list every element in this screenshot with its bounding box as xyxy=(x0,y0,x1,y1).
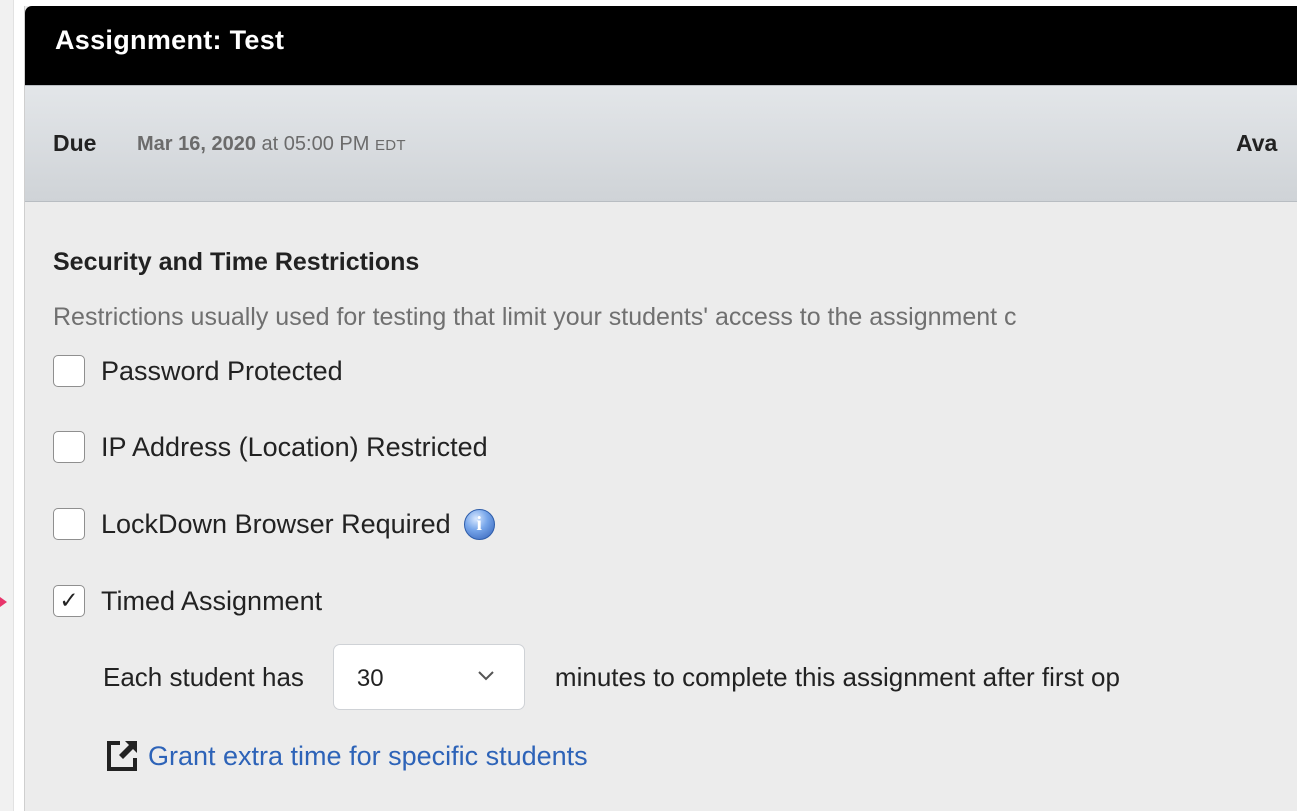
external-link-icon[interactable] xyxy=(103,737,141,775)
pointer-arrow-icon xyxy=(0,597,7,607)
assignment-header: Assignment: Test xyxy=(25,6,1297,85)
minutes-select[interactable]: 30 xyxy=(332,644,525,710)
password-protected-option[interactable]: Password Protected xyxy=(53,352,343,390)
timed-assignment-label: Timed Assignment xyxy=(101,585,323,616)
due-label: Due xyxy=(53,130,97,156)
lockdown-browser-option[interactable]: LockDown Browser Required i xyxy=(53,505,495,543)
timed-assignment-option[interactable]: ✓ Timed Assignment xyxy=(53,582,322,620)
available-label: Ava xyxy=(1236,130,1278,156)
grant-extra-time-link[interactable]: Grant extra time for specific students xyxy=(148,741,588,772)
minutes-value: 30 xyxy=(356,665,384,692)
due-date-bar: Due Mar 16, 2020 at 05:00 PM EDT Ava xyxy=(25,85,1297,202)
chevron-down-icon xyxy=(478,671,494,681)
assignment-settings-panel: Assignment: Test Due Mar 16, 2020 at 05:… xyxy=(24,6,1297,811)
info-icon[interactable]: i xyxy=(463,508,495,540)
lockdown-browser-checkbox[interactable] xyxy=(53,508,85,540)
password-protected-checkbox[interactable] xyxy=(53,355,85,387)
due-time: at 05:00 PM xyxy=(255,133,375,155)
grant-extra-time-row[interactable]: Grant extra time for specific students xyxy=(103,736,588,776)
checkmark-icon: ✓ xyxy=(59,587,79,613)
time-limit-prefix: Each student has xyxy=(103,661,304,692)
due-date-time: Mar 16, 2020 at 05:00 PM EDT xyxy=(137,133,406,156)
section-description: Restrictions usually used for testing th… xyxy=(53,303,1017,331)
ip-address-restricted-checkbox[interactable] xyxy=(53,431,85,463)
left-edge-panel xyxy=(0,0,14,811)
ip-address-restricted-option[interactable]: IP Address (Location) Restricted xyxy=(53,428,488,466)
time-limit-suffix: minutes to complete this assignment afte… xyxy=(554,661,1120,692)
security-time-section: Security and Time Restrictions Restricti… xyxy=(25,202,1297,811)
password-protected-label: Password Protected xyxy=(101,355,343,386)
ip-address-restricted-label: IP Address (Location) Restricted xyxy=(101,431,488,462)
due-timezone: EDT xyxy=(374,137,406,154)
time-limit-row: Each student has 30 minutes to complete … xyxy=(103,644,1120,710)
lockdown-browser-label: LockDown Browser Required xyxy=(101,508,451,539)
assignment-title: Assignment: Test xyxy=(55,25,285,55)
timed-assignment-checkbox[interactable]: ✓ xyxy=(53,585,85,617)
due-date: Mar 16, 2020 xyxy=(137,133,256,155)
section-title: Security and Time Restrictions xyxy=(53,248,420,276)
